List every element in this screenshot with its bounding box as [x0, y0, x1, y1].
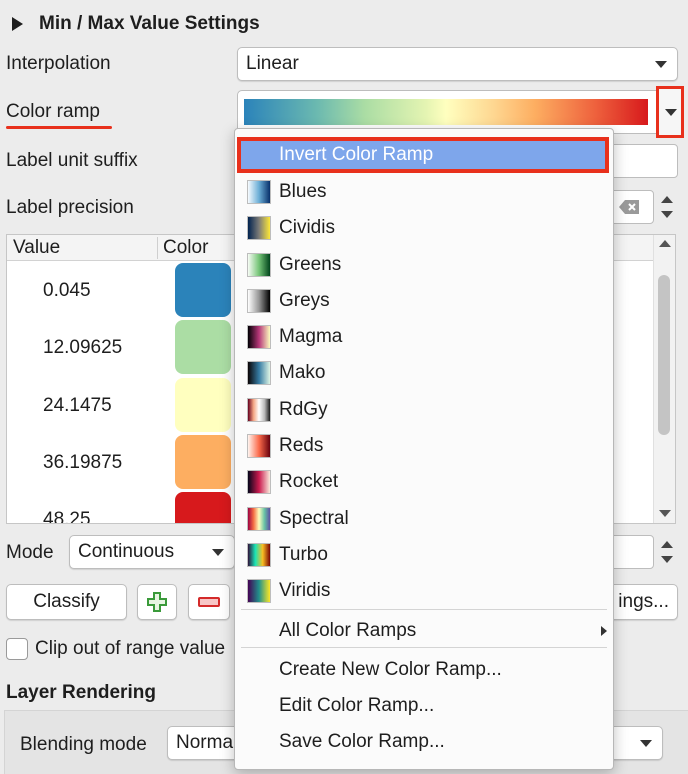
menu-separator	[241, 647, 607, 648]
color-ramp-preview	[244, 99, 648, 125]
menu-item-rdgy[interactable]: RdGy	[279, 398, 328, 422]
interpolation-combo[interactable]: Linear	[237, 47, 678, 81]
blending-mode-value: Norma	[176, 732, 234, 753]
spin-up-icon[interactable]	[661, 541, 673, 548]
interpolation-value: Linear	[246, 53, 299, 74]
label-precision-spinner[interactable]	[656, 190, 678, 224]
color-swatch[interactable]	[175, 435, 231, 489]
spin-up-icon[interactable]	[661, 196, 673, 203]
add-class-button[interactable]	[137, 584, 177, 620]
label-precision-label: Label precision	[6, 197, 134, 218]
clip-out-of-range-label: Clip out of range value	[35, 638, 226, 659]
menu-item-create-new-color-ramp[interactable]: Create New Color Ramp...	[279, 658, 502, 682]
scroll-down-icon[interactable]	[659, 510, 671, 517]
menu-item-greys[interactable]: Greys	[279, 289, 330, 313]
minus-icon	[198, 597, 220, 607]
mode-combo[interactable]: Continuous	[69, 535, 235, 569]
section-header[interactable]: Min / Max Value Settings	[12, 10, 260, 38]
classes-spinner[interactable]	[656, 535, 678, 569]
chevron-down-icon	[212, 549, 224, 556]
mako-ramp-icon	[247, 361, 271, 385]
color-swatch[interactable]	[175, 263, 231, 317]
column-header-color[interactable]: Color	[163, 237, 208, 259]
mode-value: Continuous	[78, 541, 175, 562]
table-cell-value: 24.1475	[43, 395, 112, 416]
menu-item-turbo[interactable]: Turbo	[279, 543, 328, 567]
turbo-ramp-icon	[247, 543, 271, 567]
table-cell-value: 12.09625	[43, 337, 123, 358]
rdgy-ramp-icon	[247, 398, 271, 422]
interpolation-label: Interpolation	[6, 53, 111, 74]
scroll-up-icon[interactable]	[659, 240, 671, 247]
menu-item-greens[interactable]: Greens	[279, 253, 341, 277]
classify-button[interactable]: Classify	[6, 584, 127, 620]
menu-item-spectral[interactable]: Spectral	[279, 507, 349, 531]
chevron-down-icon	[655, 61, 667, 68]
color-ramp-label-underline	[6, 126, 112, 129]
table-cell-value: 48.25	[43, 509, 91, 524]
menu-item-reds[interactable]: Reds	[279, 434, 323, 458]
chevron-down-icon	[640, 740, 652, 747]
mode-label: Mode	[6, 542, 54, 563]
plus-icon	[147, 592, 167, 612]
menu-item-invert-color-ramp[interactable]: Invert Color Ramp	[279, 143, 433, 167]
menu-item-viridis[interactable]: Viridis	[279, 579, 330, 603]
layer-rendering-title: Layer Rendering	[6, 682, 156, 703]
chevron-down-icon	[665, 109, 677, 116]
magma-ramp-icon	[247, 325, 271, 349]
spin-down-icon[interactable]	[661, 211, 673, 218]
color-swatch[interactable]	[175, 320, 231, 374]
menu-item-edit-color-ramp[interactable]: Edit Color Ramp...	[279, 694, 434, 718]
table-scrollbar[interactable]	[653, 235, 675, 523]
submenu-arrow-icon	[601, 626, 607, 636]
spectral-ramp-icon	[247, 507, 271, 531]
menu-item-mako[interactable]: Mako	[279, 361, 325, 385]
label-unit-suffix-label: Label unit suffix	[6, 150, 138, 171]
menu-item-save-color-ramp[interactable]: Save Color Ramp...	[279, 730, 445, 754]
cividis-ramp-icon	[247, 216, 271, 240]
reds-ramp-icon	[247, 434, 271, 458]
blues-ramp-icon	[247, 180, 271, 204]
column-header-value[interactable]: Value	[13, 237, 60, 259]
remove-class-button[interactable]	[188, 584, 230, 620]
viridis-ramp-icon	[247, 579, 271, 603]
color-ramp-label: Color ramp	[6, 101, 100, 122]
clip-out-of-range-checkbox[interactable]	[6, 638, 28, 660]
menu-item-magma[interactable]: Magma	[279, 325, 342, 349]
section-title: Min / Max Value Settings	[39, 13, 260, 34]
color-ramp-menu[interactable]: Invert Color Ramp Blues Cividis Greens G…	[234, 128, 614, 770]
table-cell-value: 36.19875	[43, 452, 123, 473]
scrollbar-thumb[interactable]	[658, 275, 670, 435]
menu-item-cividis[interactable]: Cividis	[279, 216, 335, 240]
menu-item-rocket[interactable]: Rocket	[279, 470, 338, 494]
menu-item-blues[interactable]: Blues	[279, 180, 327, 204]
color-swatch[interactable]	[175, 492, 231, 523]
menu-item-all-color-ramps[interactable]: All Color Ramps	[279, 619, 416, 643]
greys-ramp-icon	[247, 289, 271, 313]
color-ramp-dropdown-button[interactable]	[656, 86, 684, 138]
rocket-ramp-icon	[247, 470, 271, 494]
blending-mode-label: Blending mode	[20, 734, 147, 755]
menu-separator	[241, 609, 607, 610]
clear-icon[interactable]	[619, 199, 641, 215]
table-cell-value: 0.045	[43, 280, 91, 301]
greens-ramp-icon	[247, 253, 271, 277]
collapse-triangle-icon[interactable]	[12, 17, 23, 31]
spin-down-icon[interactable]	[661, 556, 673, 563]
color-swatch[interactable]	[175, 378, 231, 432]
